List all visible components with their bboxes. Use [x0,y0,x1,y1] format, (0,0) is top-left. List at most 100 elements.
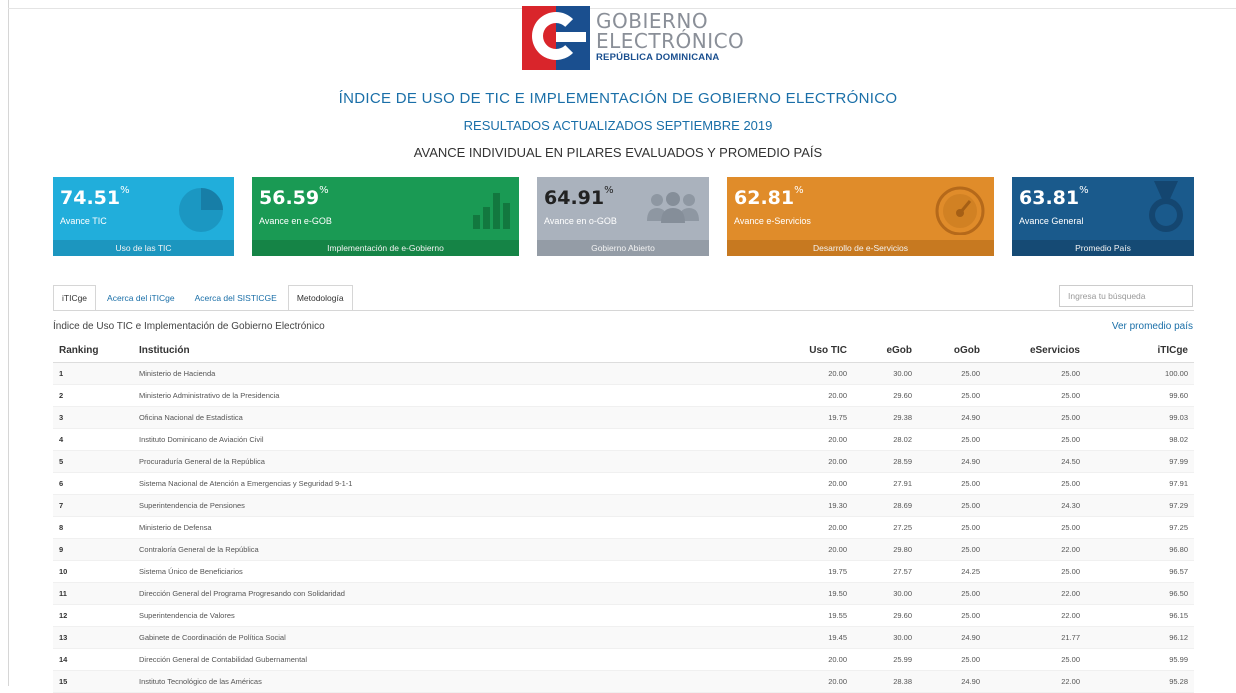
cell-iticge: 96.80 [1086,538,1194,561]
card-e-servicios[interactable]: 62.81% Avance e-Servicios Desarrollo de … [727,177,994,256]
card-value: 62.81% [734,185,804,209]
cell-eservicios: 24.50 [986,450,1086,473]
cell-ranking: 2 [53,384,133,407]
cell-ogob: 25.00 [918,472,986,495]
cell-ranking: 6 [53,472,133,495]
cell-uso-tic: 19.75 [783,560,853,583]
cell-iticge: 100.00 [1086,362,1194,385]
table-row[interactable]: 10 Sistema Único de Beneficiarios 19.75 27.… [53,560,1194,583]
cell-ogob: 24.90 [918,406,986,429]
cell-iticge: 99.03 [1086,406,1194,429]
cell-uso-tic: 19.30 [783,494,853,517]
col-egob[interactable]: eGob [853,338,918,363]
table-row[interactable]: 14 Dirección General de Contabilidad Gube… [53,648,1194,671]
page-title: ÍNDICE DE USO DE TIC E IMPLEMENTACIÓN DE… [338,90,898,107]
table-header-row: Ranking Institución Uso TIC eGob oGob eS… [53,338,1194,363]
table-row[interactable]: 11 Dirección General del Programa Progres… [53,582,1194,605]
table-row[interactable]: 8 Ministerio de Defensa 20.00 27.25 25.00 25.… [53,516,1194,539]
cell-ranking: 5 [53,450,133,473]
cell-institucion: Superintendencia de Pensiones [133,494,783,517]
cell-institucion: Ministerio de Defensa [133,516,783,539]
cell-iticge: 96.12 [1086,626,1194,649]
pie-chart-icon [176,185,226,240]
table-row[interactable]: 7 Superintendencia de Pensiones 19.30 28.69… [53,494,1194,517]
table-row[interactable]: 1 Ministerio de Hacienda 20.00 30.00 25.00 25… [53,362,1194,385]
table-row[interactable]: 6 Sistema Nacional de Atención a Emergenc… [53,472,1194,495]
cell-ogob: 25.00 [918,582,986,605]
cell-iticge: 99.60 [1086,384,1194,407]
cell-institucion: Ministerio Administrativo de la Presiden… [133,384,783,407]
card-label: Avance General [1019,216,1084,226]
table-row[interactable]: 15 Instituto Tecnológico de las Américas 2… [53,670,1194,693]
cell-ranking: 4 [53,428,133,451]
cell-uso-tic: 19.55 [783,604,853,627]
cell-ogob: 25.00 [918,384,986,407]
table-row[interactable]: 13 Gabinete de Coordinación de Política S… [53,626,1194,649]
cell-eservicios: 21.77 [986,626,1086,649]
cell-institucion: Dirección General del Programa Progresan… [133,582,783,605]
cell-iticge: 97.99 [1086,450,1194,473]
cell-eservicios: 24.30 [986,494,1086,517]
cell-egob: 27.91 [853,472,918,495]
speedometer-icon [934,185,986,240]
cell-egob: 28.59 [853,450,918,473]
cell-eservicios: 22.00 [986,538,1086,561]
tab-iticge[interactable]: iTICge [53,285,97,311]
tab-underline [53,310,1194,311]
people-icon [645,191,701,228]
update-subtitle: RESULTADOS ACTUALIZADOS SEPTIEMBRE 2019 [463,118,773,133]
card-label: Avance e-Servicios [734,216,811,226]
table-row[interactable]: 9 Contraloría General de la República 20.0… [53,538,1194,561]
card-general[interactable]: 63.81% Avance General Promedio País [1012,177,1194,256]
search-input[interactable] [1060,286,1192,306]
col-institucion[interactable]: Institución [133,338,783,363]
tab-bar: iTICge Acerca del iTICge Acerca del SIST… [53,285,355,311]
cell-iticge: 98.02 [1086,428,1194,451]
table-row[interactable]: 2 Ministerio Administrativo de la Preside… [53,384,1194,407]
cell-iticge: 95.28 [1086,670,1194,693]
cell-eservicios: 25.00 [986,472,1086,495]
col-ranking[interactable]: Ranking [53,338,133,363]
cell-institucion: Procuraduría General de la República [133,450,783,473]
cell-egob: 27.25 [853,516,918,539]
table-row[interactable]: 5 Procuraduría General de la República 20.… [53,450,1194,473]
cell-iticge: 97.25 [1086,516,1194,539]
tab-acerca-sisticge[interactable]: Acerca del SISTICGE [186,285,286,311]
cell-institucion: Gabinete de Coordinación de Política Soc… [133,626,783,649]
logo-text: GOBIERNO ELECTRÓNICO REPÚBLICA DOMINICAN… [596,6,744,63]
cell-egob: 30.00 [853,626,918,649]
card-uso-tic[interactable]: 74.51% Avance TIC Uso de las TIC [53,177,234,256]
col-uso-tic[interactable]: Uso TIC [783,338,853,363]
card-value: 63.81% [1019,185,1089,209]
table-row[interactable]: 3 Oficina Nacional de Estadística 19.75 29.… [53,406,1194,429]
card-footer: Promedio País [1012,240,1194,256]
cell-uso-tic: 20.00 [783,648,853,671]
cell-ogob: 25.00 [918,428,986,451]
card-e-gob[interactable]: 56.59% Avance en e-GOB Implementación de… [252,177,519,256]
ver-promedio-pais-link[interactable]: Ver promedio país [1112,321,1193,332]
cell-uso-tic: 20.00 [783,516,853,539]
col-ogob[interactable]: oGob [918,338,986,363]
col-iticge[interactable]: iTICge [1086,338,1194,363]
col-eservicios[interactable]: eServicios [986,338,1086,363]
card-footer: Uso de las TIC [53,240,234,256]
section-title: AVANCE INDIVIDUAL EN PILARES EVALUADOS Y… [413,145,823,160]
card-o-gob[interactable]: 64.91% Avance en o-GOB Gobierno Abierto [537,177,709,256]
cell-ranking: 14 [53,648,133,671]
cell-iticge: 96.57 [1086,560,1194,583]
logo-line-3: REPÚBLICA DOMINICANA [596,52,720,63]
cell-institucion: Dirección General de Contabilidad Gubern… [133,648,783,671]
table-row[interactable]: 4 Instituto Dominicano de Aviación Civil 2… [53,428,1194,451]
tab-acerca-iticge[interactable]: Acerca del iTICge [98,285,184,311]
table-row[interactable]: 12 Superintendencia de Valores 19.55 29.60 2… [53,604,1194,627]
tab-metodologia[interactable]: Metodología [287,285,353,311]
card-value: 64.91% [544,185,614,209]
cell-ranking: 12 [53,604,133,627]
cell-uso-tic: 20.00 [783,362,853,385]
cell-ogob: 25.00 [918,538,986,561]
cell-egob: 30.00 [853,362,918,385]
cell-iticge: 97.91 [1086,472,1194,495]
cell-iticge: 97.29 [1086,494,1194,517]
cell-ranking: 3 [53,406,133,429]
cell-iticge: 96.15 [1086,604,1194,627]
